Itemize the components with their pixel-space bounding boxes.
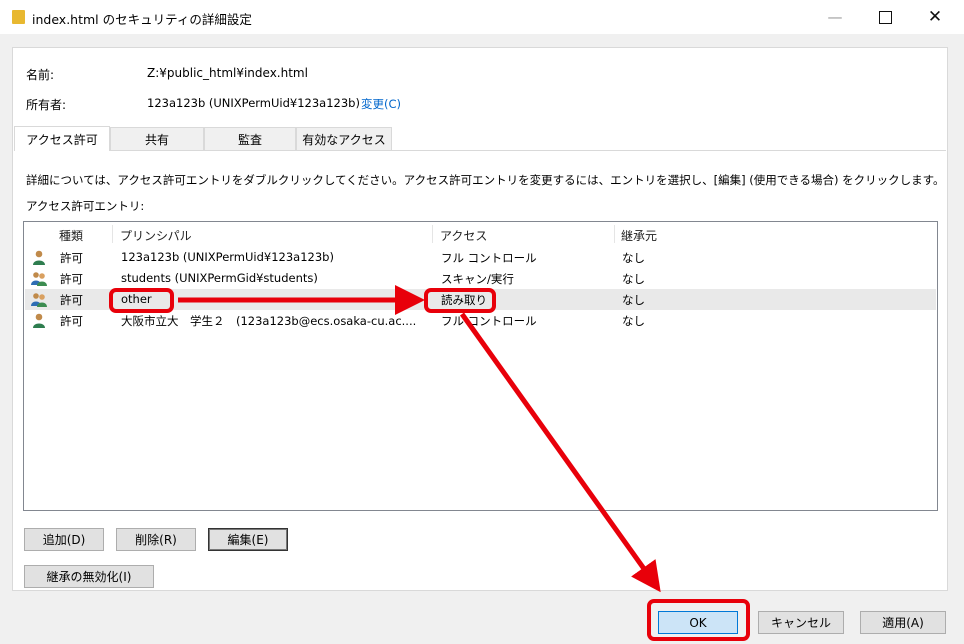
tab-effective-access[interactable]: 有効なアクセス: [296, 127, 392, 150]
entry-type: 許可: [60, 293, 83, 307]
entries-label: アクセス許可エントリ:: [26, 199, 145, 213]
maximize-icon: [878, 10, 892, 24]
entry-principal: 123a123b (UNIXPermUid¥123a123b): [121, 250, 334, 264]
highlight-read-access: [424, 288, 496, 313]
entry-access: フル コントロール: [441, 251, 537, 265]
tab-permissions[interactable]: アクセス許可: [14, 126, 110, 151]
apply-button[interactable]: 適用(A): [860, 611, 946, 634]
entry-principal: students (UNIXPermGid¥students): [121, 271, 318, 285]
column-separator[interactable]: [614, 225, 615, 243]
window-title: index.html のセキュリティの詳細設定: [32, 12, 252, 27]
entry-inherited: なし: [622, 251, 645, 265]
user-icon: [33, 250, 45, 265]
group-icon: [31, 272, 47, 286]
name-value: Z:¥public_html¥index.html: [147, 66, 308, 80]
remove-button[interactable]: 削除(R): [116, 528, 196, 551]
edit-button[interactable]: 編集(E): [208, 528, 288, 551]
entry-inherited: なし: [622, 314, 645, 328]
table-row[interactable]: 許可 123a123b (UNIXPermUid¥123a123b) フル コン…: [25, 247, 936, 268]
disable-inheritance-button[interactable]: 継承の無効化(I): [24, 565, 154, 588]
minimize-icon: —: [827, 8, 843, 26]
entry-inherited: なし: [622, 272, 645, 286]
entry-access: フル コントロール: [441, 314, 537, 328]
maximize-button[interactable]: [862, 0, 908, 34]
name-label: 名前:: [26, 68, 55, 82]
entry-access: スキャン/実行: [441, 272, 514, 286]
add-button[interactable]: 追加(D): [24, 528, 104, 551]
entry-type: 許可: [60, 314, 83, 328]
tab-sharing[interactable]: 共有: [110, 127, 204, 150]
close-icon: ✕: [927, 7, 943, 27]
entry-principal: 大阪市立大 学生２ (123a123b@ecs.osaka-cu.ac....: [121, 314, 417, 328]
user-icon: [33, 313, 45, 328]
change-owner-link[interactable]: 変更(C): [361, 96, 401, 112]
folder-icon: [12, 10, 25, 24]
highlight-other-principal: [109, 288, 174, 313]
column-header-type[interactable]: 種類: [59, 227, 83, 244]
close-button[interactable]: ✕: [912, 0, 958, 34]
owner-value: 123a123b (UNIXPermUid¥123a123b): [147, 96, 360, 110]
table-row[interactable]: 許可 students (UNIXPermGid¥students) スキャン/…: [25, 268, 936, 289]
highlight-ok-button: [647, 599, 750, 641]
entry-inherited: なし: [622, 293, 645, 307]
group-icon: [31, 293, 47, 307]
permission-entries-list[interactable]: 種類 プリンシパル アクセス 継承元 許可 123a123b (UNIXPerm…: [23, 221, 938, 511]
entry-type: 許可: [60, 251, 83, 265]
description-text: 詳細については、アクセス許可エントリをダブルクリックしてください。アクセス許可エ…: [26, 173, 945, 187]
column-separator[interactable]: [432, 225, 433, 243]
entry-type: 許可: [60, 272, 83, 286]
tab-auditing[interactable]: 監査: [204, 127, 296, 150]
owner-label: 所有者:: [26, 98, 67, 112]
column-header-principal[interactable]: プリンシパル: [120, 227, 192, 244]
table-row[interactable]: 許可 大阪市立大 学生２ (123a123b@ecs.osaka-cu.ac..…: [25, 310, 936, 331]
cancel-button[interactable]: キャンセル: [758, 611, 844, 634]
minimize-button[interactable]: —: [812, 0, 858, 34]
column-separator[interactable]: [112, 225, 113, 243]
column-header-inherited[interactable]: 継承元: [621, 227, 657, 244]
title-bar: index.html のセキュリティの詳細設定 — ✕: [0, 0, 964, 34]
column-header-access[interactable]: アクセス: [440, 227, 487, 244]
tab-divider: [14, 150, 946, 151]
